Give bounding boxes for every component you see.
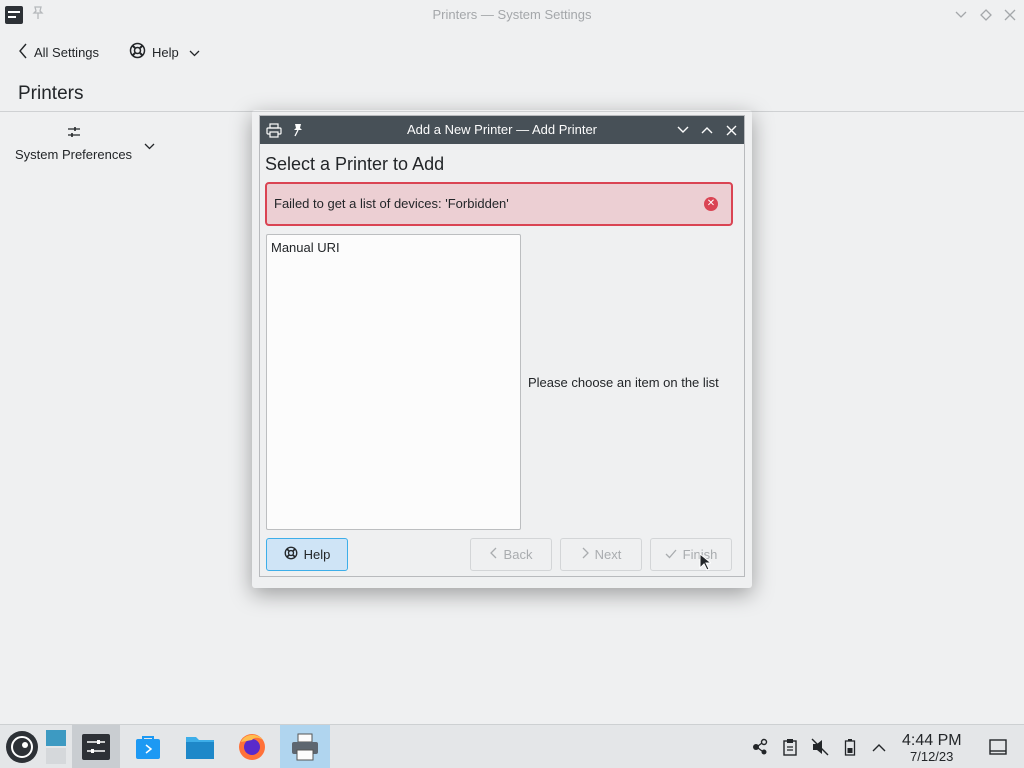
- next-button[interactable]: Next: [560, 538, 642, 571]
- finish-button[interactable]: Finish: [650, 538, 732, 571]
- checkmark-icon: [665, 547, 677, 562]
- help-button[interactable]: Help: [266, 538, 348, 571]
- minimize-icon[interactable]: [951, 5, 971, 25]
- system-settings-task-icon[interactable]: [72, 725, 120, 768]
- help-label: Help: [152, 44, 179, 60]
- discover-store-icon[interactable]: [124, 725, 172, 768]
- help-lifebuoy-icon: [129, 42, 146, 62]
- volume-muted-icon[interactable]: [810, 737, 830, 757]
- mouse-cursor-icon: [699, 552, 713, 574]
- close-icon[interactable]: [1000, 5, 1020, 25]
- window-titlebar: Printers — System Settings: [0, 0, 1024, 30]
- network-icon[interactable]: [750, 737, 770, 757]
- toolbar: All Settings Help: [0, 34, 1024, 70]
- dialog-title: Add a New Printer — Add Printer: [406, 122, 598, 137]
- back-button-label: Back: [503, 547, 533, 562]
- virtual-desktop-pager-icon[interactable]: [44, 725, 68, 768]
- minimize-icon[interactable]: [674, 121, 692, 139]
- clipboard-icon[interactable]: [780, 737, 800, 757]
- back-arrow-icon: [18, 43, 28, 62]
- all-settings-button[interactable]: All Settings: [18, 40, 99, 64]
- window-title: Printers — System Settings: [432, 7, 592, 22]
- file-manager-icon[interactable]: [176, 725, 224, 768]
- chevron-down-icon: [189, 45, 200, 60]
- all-settings-label: All Settings: [34, 44, 100, 60]
- clock-time[interactable]: 4:44 PM: [902, 732, 962, 750]
- help-lifebuoy-icon: [284, 546, 298, 563]
- help-menu-button[interactable]: Help: [129, 40, 200, 64]
- expand-tray-icon[interactable]: [869, 737, 889, 757]
- clock-date[interactable]: 7/12/23: [910, 749, 953, 764]
- app-launcher-icon[interactable]: [0, 725, 44, 768]
- error-message-banner: Failed to get a list of devices: 'Forbid…: [265, 182, 733, 226]
- next-button-label: Next: [594, 547, 622, 562]
- printer-task-icon[interactable]: [280, 725, 330, 768]
- sliders-icon: [66, 124, 82, 140]
- chevron-left-icon: [489, 547, 498, 562]
- back-button[interactable]: Back: [470, 538, 552, 571]
- system-preferences-label: System Preferences: [15, 147, 133, 162]
- list-item-manual-uri[interactable]: Manual URI: [271, 240, 340, 255]
- dialog-heading: Select a Printer to Add: [265, 154, 445, 174]
- add-printer-dialog: Add a New Printer — Add Printer Select a…: [259, 115, 745, 577]
- error-message-text: Failed to get a list of devices: 'Forbid…: [274, 196, 509, 211]
- chevron-down-icon: [144, 138, 155, 153]
- taskbar: 4:44 PM 7/12/23: [0, 724, 1024, 768]
- close-icon[interactable]: [722, 121, 740, 139]
- show-desktop-icon[interactable]: [988, 737, 1008, 757]
- close-error-icon[interactable]: ✕: [704, 197, 718, 211]
- help-button-label: Help: [303, 547, 331, 562]
- dialog-titlebar: Add a New Printer — Add Printer: [260, 116, 744, 144]
- maximize-icon[interactable]: [698, 121, 716, 139]
- device-list[interactable]: Manual URI: [266, 234, 521, 530]
- system-preferences-button[interactable]: System Preferences: [10, 122, 160, 168]
- maximize-icon[interactable]: [976, 5, 996, 25]
- chevron-right-icon: [581, 547, 589, 562]
- firefox-icon[interactable]: [228, 725, 276, 768]
- page-title: Printers: [18, 83, 84, 104]
- battery-icon[interactable]: [840, 737, 860, 757]
- hint-text: Please choose an item on the list: [528, 375, 719, 390]
